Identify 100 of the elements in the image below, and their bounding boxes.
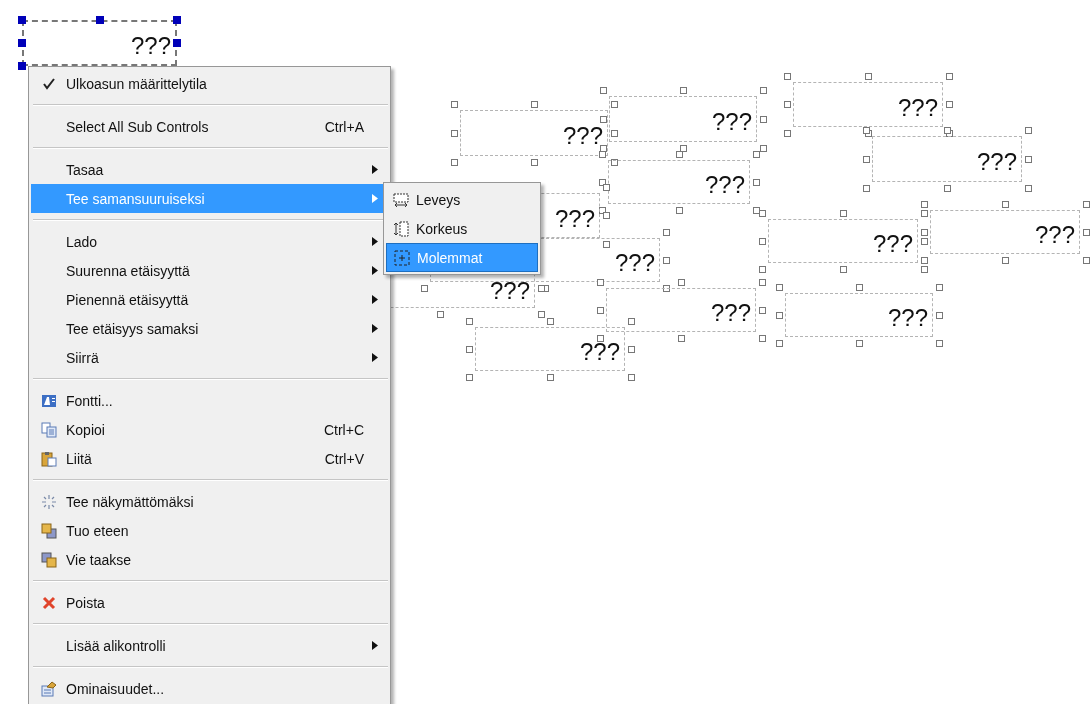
resize-handle[interactable] — [420, 284, 428, 292]
resize-handle[interactable] — [935, 283, 943, 291]
resize-handle[interactable] — [95, 16, 104, 24]
menu-item[interactable]: Tee näkymättömäksi — [31, 487, 388, 516]
resize-handle[interactable] — [1024, 126, 1032, 134]
shortcut-text: Ctrl+C — [323, 421, 364, 438]
label-control[interactable]: ??? — [872, 136, 1022, 182]
resize-handle[interactable] — [465, 373, 473, 381]
resize-handle[interactable] — [596, 306, 604, 314]
resize-handle[interactable] — [465, 317, 473, 325]
resize-handle[interactable] — [1024, 184, 1032, 192]
resize-handle[interactable] — [546, 373, 554, 381]
resize-handle[interactable] — [602, 240, 610, 248]
resize-handle[interactable] — [945, 72, 953, 80]
resize-handle[interactable] — [935, 339, 943, 347]
resize-handle[interactable] — [862, 155, 870, 163]
resize-handle[interactable] — [775, 311, 783, 319]
resize-handle[interactable] — [18, 39, 26, 47]
resize-handle[interactable] — [627, 345, 635, 353]
resize-handle[interactable] — [855, 339, 863, 347]
menu-item[interactable]: Ominaisuudet... — [31, 674, 388, 703]
resize-handle[interactable] — [783, 129, 791, 137]
menu-item[interactable]: Tasaa — [31, 155, 388, 184]
resize-handle[interactable] — [862, 184, 870, 192]
resize-handle[interactable] — [465, 345, 473, 353]
resize-handle[interactable] — [1082, 228, 1090, 236]
resize-handle[interactable] — [627, 317, 635, 325]
resize-handle[interactable] — [935, 311, 943, 319]
resize-handle[interactable] — [1082, 200, 1090, 208]
menu-item[interactable]: Lado — [31, 227, 388, 256]
resize-handle[interactable] — [675, 206, 683, 214]
resize-handle[interactable] — [1082, 256, 1090, 264]
resize-handle[interactable] — [662, 256, 670, 264]
font-icon — [40, 392, 57, 409]
resize-handle[interactable] — [18, 16, 26, 24]
submenu-arrow-icon — [372, 237, 378, 246]
resize-handle[interactable] — [679, 86, 687, 94]
resize-handle[interactable] — [1001, 200, 1009, 208]
resize-handle[interactable] — [18, 62, 26, 70]
resize-handle[interactable] — [759, 115, 767, 123]
resize-handle[interactable] — [758, 237, 766, 245]
resize-handle[interactable] — [864, 72, 872, 80]
delete-icon — [40, 594, 57, 611]
submenu-arrow-icon — [372, 165, 378, 174]
menu-item[interactable]: Siirrä — [31, 343, 388, 372]
label-control[interactable]: ??? — [930, 210, 1080, 254]
resize-handle[interactable] — [450, 100, 458, 108]
resize-handle[interactable] — [677, 334, 685, 342]
resize-handle[interactable] — [839, 209, 847, 217]
menu-item[interactable]: Fontti... — [31, 386, 388, 415]
menu-item[interactable]: Leveys — [386, 185, 538, 214]
resize-handle[interactable] — [752, 178, 760, 186]
resize-handle[interactable] — [530, 158, 538, 166]
resize-handle[interactable] — [662, 228, 670, 236]
label-control[interactable]: ??? — [475, 327, 625, 371]
resize-handle[interactable] — [758, 334, 766, 342]
resize-handle[interactable] — [173, 16, 181, 24]
menu-item[interactable]: Tuo eteen — [31, 516, 388, 545]
label-control[interactable]: ??? — [768, 219, 918, 263]
resize-handle[interactable] — [945, 101, 953, 108]
menu-item[interactable]: Liitä Ctrl+V — [31, 444, 388, 473]
menu-item[interactable]: Lisää alikontrolli — [31, 631, 388, 660]
resize-handle[interactable] — [450, 129, 458, 137]
shortcut-text: Ctrl+A — [324, 118, 364, 135]
resize-handle[interactable] — [775, 339, 783, 347]
shortcut-text: Ctrl+V — [324, 450, 364, 467]
resize-handle[interactable] — [943, 184, 951, 192]
resize-handle[interactable] — [758, 306, 766, 314]
resize-handle[interactable] — [1024, 155, 1032, 163]
resize-handle[interactable] — [450, 158, 458, 166]
resize-handle[interactable] — [596, 278, 604, 286]
submenu-arrow-icon — [372, 266, 378, 275]
submenu-arrow-icon — [372, 295, 378, 304]
bring-front-icon — [40, 522, 57, 539]
menu-item[interactable]: Select All Sub Controls Ctrl+A — [31, 112, 388, 141]
paste-icon — [40, 450, 57, 467]
submenu-arrow-icon — [372, 194, 378, 203]
resize-handle[interactable] — [596, 334, 604, 342]
menu-item[interactable]: Vie taakse — [31, 545, 388, 574]
resize-handle[interactable] — [436, 310, 444, 318]
resize-handle[interactable] — [627, 373, 635, 381]
menu-item[interactable]: Ulkoasun määrittelytila — [31, 69, 388, 98]
resize-handle[interactable] — [855, 283, 863, 291]
resize-handle[interactable] — [1001, 256, 1009, 264]
resize-handle[interactable] — [775, 283, 783, 291]
menu-item[interactable]: Tee etäisyys samaksi — [31, 314, 388, 343]
submenu-arrow-icon — [372, 324, 378, 333]
menu-item[interactable]: Poista — [31, 588, 388, 617]
resize-handle[interactable] — [783, 101, 791, 108]
label-control[interactable]: ??? — [785, 293, 933, 337]
resize-handle[interactable] — [530, 100, 538, 108]
resize-handle[interactable] — [839, 265, 847, 273]
resize-handle[interactable] — [783, 72, 791, 80]
resize-handle[interactable] — [759, 86, 767, 94]
label-control[interactable]: ??? — [793, 82, 943, 127]
menu-item[interactable]: Kopioi Ctrl+C — [31, 415, 388, 444]
copy-icon — [40, 421, 57, 438]
send-back-icon — [40, 551, 57, 568]
resize-handle[interactable] — [173, 39, 181, 47]
label-control[interactable]: ??? — [609, 96, 757, 142]
